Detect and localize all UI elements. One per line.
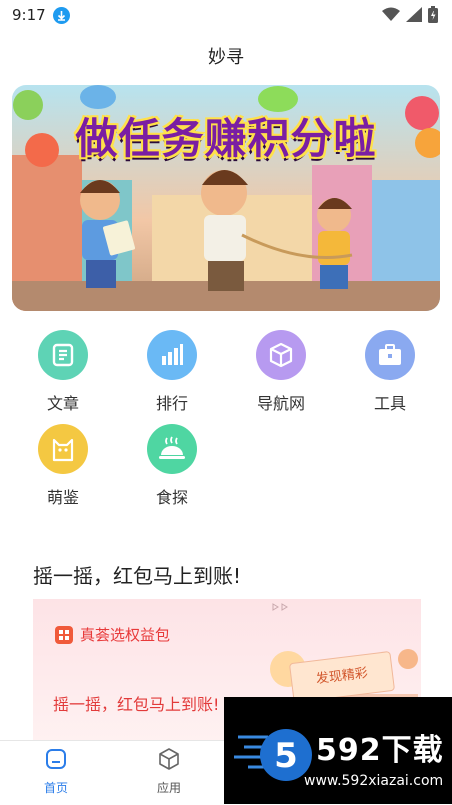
status-time: 9:17 (12, 6, 46, 24)
app-header: 妙寻 (0, 40, 452, 76)
home-icon (46, 749, 66, 769)
grid-label: 食探 (155, 488, 188, 507)
battery-icon (428, 5, 438, 27)
download-icon (53, 7, 70, 24)
tab-home[interactable]: 首页 (21, 747, 91, 796)
status-bar: 9:17 (0, 0, 452, 30)
banner-title: 做任务赚积分啦 (75, 114, 377, 163)
grid-item-ranking[interactable]: 排行 (132, 330, 212, 414)
wifi-icon (382, 7, 400, 26)
cube-icon (159, 748, 179, 770)
grid-label: 导航网 (256, 394, 305, 413)
svg-text:5: 5 (274, 736, 298, 776)
grid-item-navigation[interactable]: 导航网 (241, 330, 321, 414)
ranking-icon (147, 330, 197, 380)
promo-brand: 真荟选权益包 (55, 624, 170, 645)
box-icon (256, 330, 306, 380)
watermark-brand: 592下载 (316, 733, 444, 768)
grid-label: 文章 (46, 394, 79, 413)
play-arrows-icon (272, 603, 288, 611)
tab-apps[interactable]: 应用 (134, 747, 204, 796)
cat-icon (38, 424, 88, 474)
watermark-overlay: 5 592下载 www.592xiazai.com (224, 697, 452, 804)
food-icon (147, 424, 197, 474)
watermark-logo-icon: 5 (234, 729, 312, 781)
tab-label: 首页 (43, 781, 68, 795)
grid-item-tools[interactable]: 工具 (350, 330, 430, 414)
grid-label: 工具 (373, 394, 406, 413)
promo-banner[interactable]: 做任务赚积分啦 (12, 85, 440, 311)
grid-item-food[interactable]: 食探 (132, 424, 212, 508)
promo-slogan: 摇一摇，红包马上到账! (53, 695, 220, 714)
grid-label: 排行 (155, 394, 188, 413)
signal-icon (406, 6, 422, 26)
grid-item-article[interactable]: 文章 (23, 330, 103, 414)
grid-label: 萌鉴 (46, 488, 79, 507)
section-title: 摇一摇，红包马上到账! (33, 564, 242, 588)
watermark-url: www.592xiazai.com (304, 773, 444, 789)
toolbox-icon (365, 330, 415, 380)
grid-item-cute[interactable]: 萌鉴 (23, 424, 103, 508)
page-title: 妙寻 (208, 47, 244, 68)
promo-brand-label: 真荟选权益包 (80, 626, 171, 644)
grid-logo-icon (55, 625, 73, 644)
article-icon (38, 330, 88, 380)
tab-label: 应用 (156, 781, 181, 795)
